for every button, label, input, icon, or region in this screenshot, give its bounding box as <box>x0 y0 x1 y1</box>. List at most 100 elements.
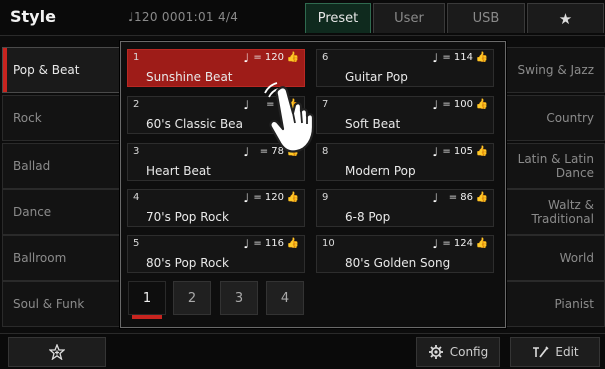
config-label: Config <box>449 345 489 359</box>
style-name: Guitar Pop <box>345 70 408 84</box>
category-label: World <box>559 251 594 265</box>
thumb-icon: 👍 <box>475 52 488 63</box>
style-tempo: = 120 <box>253 192 284 203</box>
category-label: Country <box>546 111 594 125</box>
thumb-icon: 👍 <box>475 146 488 157</box>
style-item-8[interactable]: 8 ♩ = 105 👍 Modern Pop <box>316 143 494 181</box>
style-number: 10 <box>322 238 335 249</box>
thumb-icon: 👍 <box>475 99 488 110</box>
style-tempo: = 100 <box>442 99 473 110</box>
style-name: Soft Beat <box>345 117 401 131</box>
note-icon: ♩ <box>243 145 249 159</box>
style-tempo: = 114 <box>442 52 473 63</box>
add-favorite-button[interactable] <box>8 337 106 367</box>
page-button-4[interactable]: 4 <box>266 281 304 315</box>
tab-user-label: User <box>394 11 424 26</box>
star-add-icon <box>49 344 65 360</box>
tempo-status: ♩120 0001:01 4/4 <box>128 10 239 24</box>
category-label: Swing & Jazz <box>517 63 594 77</box>
category-soul-funk[interactable]: Soul & Funk <box>2 281 122 327</box>
style-number: 4 <box>133 192 140 203</box>
category-label: Dance <box>13 205 52 219</box>
note-icon: ♩ <box>432 237 438 251</box>
category-dance[interactable]: Dance <box>2 189 122 235</box>
style-item-4[interactable]: 4 ♩ = 120 👍 70's Pop Rock <box>127 189 305 227</box>
star-icon: ★ <box>558 9 573 28</box>
note-icon: ♩ <box>243 98 249 112</box>
thumb-icon: 👍 <box>286 52 299 63</box>
category-country[interactable]: Country <box>503 95 605 141</box>
page-label: 2 <box>187 290 197 306</box>
style-name: Modern Pop <box>345 164 416 178</box>
style-tempo: = 124 <box>442 238 473 249</box>
category-pianist[interactable]: Pianist <box>503 281 605 327</box>
style-tempo: = 105 <box>442 146 473 157</box>
gear-icon <box>428 345 443 359</box>
page-label: 3 <box>234 290 244 306</box>
note-icon: ♩ <box>432 191 438 205</box>
category-label: Ballad <box>13 159 51 173</box>
style-number: 5 <box>133 238 140 249</box>
note-icon: ♩ <box>243 51 249 65</box>
style-tempo: = 120 <box>253 52 284 63</box>
page-title: Style <box>10 7 56 26</box>
page-button-1[interactable]: 1 <box>128 281 166 319</box>
style-number: 9 <box>322 192 329 203</box>
style-number: 3 <box>133 146 140 157</box>
thumb-icon: 👍 <box>286 238 299 249</box>
config-button[interactable]: Config <box>416 337 500 367</box>
style-name: 80's Pop Rock <box>146 256 229 270</box>
style-name: Sunshine Beat <box>146 70 233 84</box>
style-number: 6 <box>322 52 329 63</box>
thumb-icon: 👍 <box>475 238 488 249</box>
category-swing-jazz[interactable]: Swing & Jazz <box>503 47 605 93</box>
style-name: 6-8 Pop <box>345 210 391 224</box>
style-tempo: = 116 <box>253 238 284 249</box>
tab-usb-label: USB <box>472 11 500 26</box>
category-pop-beat[interactable]: Pop & Beat <box>2 47 122 93</box>
style-number: 2 <box>133 99 140 110</box>
style-tempo: = 86 <box>448 192 473 203</box>
note-icon: ♩ <box>243 191 249 205</box>
style-name: Heart Beat <box>146 164 211 178</box>
category-world[interactable]: World <box>503 235 605 281</box>
tab-usb[interactable]: USB <box>447 3 525 33</box>
tab-user[interactable]: User <box>373 3 445 33</box>
style-item-7[interactable]: 7 ♩ = 100 👍 Soft Beat <box>316 96 494 134</box>
category-label: Latin & Latin Dance <box>517 152 594 180</box>
note-icon: ♩ <box>432 98 438 112</box>
note-icon: ♩ <box>432 145 438 159</box>
category-label: Ballroom <box>13 251 67 265</box>
page-button-2[interactable]: 2 <box>173 281 211 315</box>
category-rock[interactable]: Rock <box>2 95 122 141</box>
style-name: 80's Golden Song <box>345 256 451 270</box>
category-label: Soul & Funk <box>13 297 85 311</box>
style-item-9[interactable]: 9 ♩ = 86 👍 6-8 Pop <box>316 189 494 227</box>
style-name: 60's Classic Bea <box>146 117 243 131</box>
edit-button[interactable]: Edit <box>510 337 600 367</box>
category-label: Pop & Beat <box>13 63 80 77</box>
thumb-icon: 👍 <box>475 192 488 203</box>
thumb-icon: 👍 <box>286 192 299 203</box>
category-ballad[interactable]: Ballad <box>2 143 122 189</box>
page-label: 4 <box>280 290 290 306</box>
tab-favorites[interactable]: ★ <box>527 3 604 33</box>
category-label: Rock <box>13 111 42 125</box>
style-number: 1 <box>133 52 140 63</box>
page-label: 1 <box>142 290 152 306</box>
category-label: Waltz & Traditional <box>531 198 594 226</box>
style-item-5[interactable]: 5 ♩ = 116 👍 80's Pop Rock <box>127 235 305 273</box>
hand-pointer-icon <box>264 82 315 153</box>
edit-label: Edit <box>555 345 579 359</box>
style-name: 70's Pop Rock <box>146 210 229 224</box>
tab-preset-label: Preset <box>317 11 359 26</box>
category-label: Pianist <box>554 297 594 311</box>
category-waltz[interactable]: Waltz & Traditional <box>503 189 605 235</box>
page-button-3[interactable]: 3 <box>220 281 258 315</box>
style-item-10[interactable]: 10 ♩ = 124 👍 80's Golden Song <box>316 235 494 273</box>
category-latin[interactable]: Latin & Latin Dance <box>503 143 605 189</box>
style-item-6[interactable]: 6 ♩ = 114 👍 Guitar Pop <box>316 49 494 87</box>
category-ballroom[interactable]: Ballroom <box>2 235 122 281</box>
tab-preset[interactable]: Preset <box>305 3 371 33</box>
note-icon: ♩ <box>432 51 438 65</box>
